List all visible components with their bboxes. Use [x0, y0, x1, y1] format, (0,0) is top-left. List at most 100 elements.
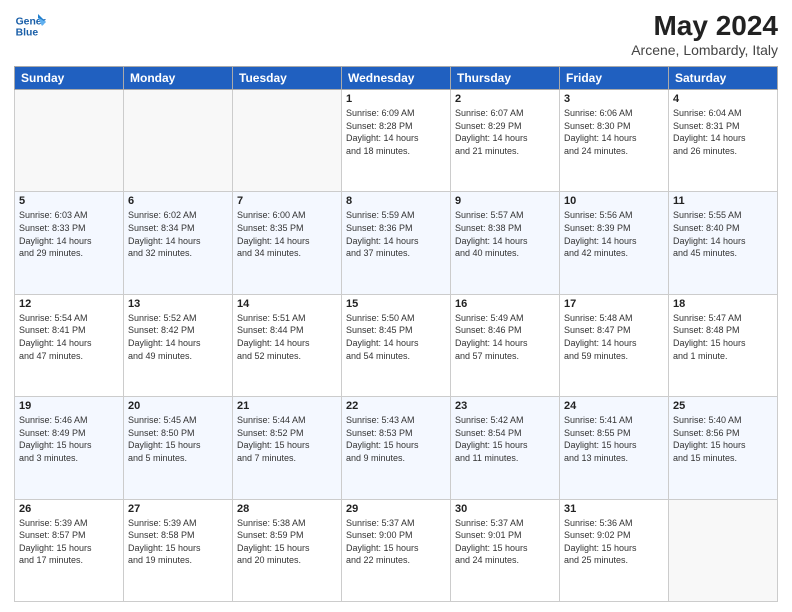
- day-info: Sunrise: 6:09 AMSunset: 8:28 PMDaylight:…: [346, 107, 446, 157]
- day-info: Sunrise: 5:43 AMSunset: 8:53 PMDaylight:…: [346, 414, 446, 464]
- day-info: Sunrise: 6:06 AMSunset: 8:30 PMDaylight:…: [564, 107, 664, 157]
- day-info: Sunrise: 5:57 AMSunset: 8:38 PMDaylight:…: [455, 209, 555, 259]
- day-info: Sunrise: 6:07 AMSunset: 8:29 PMDaylight:…: [455, 107, 555, 157]
- calendar-week-row: 1 Sunrise: 6:09 AMSunset: 8:28 PMDaylight…: [15, 90, 778, 192]
- calendar-day-header: Friday: [560, 67, 669, 90]
- day-info: Sunrise: 5:36 AMSunset: 9:02 PMDaylight:…: [564, 517, 664, 567]
- day-number: 28: [237, 503, 337, 515]
- calendar-day-header: Saturday: [669, 67, 778, 90]
- day-number: 11: [673, 195, 773, 207]
- day-info: Sunrise: 5:56 AMSunset: 8:39 PMDaylight:…: [564, 209, 664, 259]
- calendar-cell: 24 Sunrise: 5:41 AMSunset: 8:55 PMDayligh…: [560, 397, 669, 499]
- day-info: Sunrise: 5:37 AMSunset: 9:00 PMDaylight:…: [346, 517, 446, 567]
- calendar-cell: 14 Sunrise: 5:51 AMSunset: 8:44 PMDayligh…: [233, 294, 342, 396]
- day-number: 23: [455, 400, 555, 412]
- day-info: Sunrise: 5:55 AMSunset: 8:40 PMDaylight:…: [673, 209, 773, 259]
- page: General Blue May 2024 Arcene, Lombardy, …: [0, 0, 792, 612]
- day-number: 27: [128, 503, 228, 515]
- day-number: 20: [128, 400, 228, 412]
- day-number: 6: [128, 195, 228, 207]
- calendar-table: SundayMondayTuesdayWednesdayThursdayFrid…: [14, 66, 778, 602]
- day-info: Sunrise: 5:54 AMSunset: 8:41 PMDaylight:…: [19, 312, 119, 362]
- calendar-week-row: 19Sunrise: 5:46 AMSunset: 8:49 PMDayligh…: [15, 397, 778, 499]
- day-number: 16: [455, 298, 555, 310]
- day-info: Sunrise: 5:45 AMSunset: 8:50 PMDaylight:…: [128, 414, 228, 464]
- month-title: May 2024: [631, 10, 778, 42]
- calendar-cell: 15Sunrise: 5:50 AMSunset: 8:45 PMDayligh…: [342, 294, 451, 396]
- day-info: Sunrise: 6:03 AMSunset: 8:33 PMDaylight:…: [19, 209, 119, 259]
- calendar-cell: 25 Sunrise: 5:40 AMSunset: 8:56 PMDayligh…: [669, 397, 778, 499]
- calendar-day-header: Monday: [124, 67, 233, 90]
- day-number: 29: [346, 503, 446, 515]
- day-number: 8: [346, 195, 446, 207]
- day-number: 26: [19, 503, 119, 515]
- day-info: Sunrise: 6:00 AMSunset: 8:35 PMDaylight:…: [237, 209, 337, 259]
- day-info: Sunrise: 5:39 AMSunset: 8:58 PMDaylight:…: [128, 517, 228, 567]
- calendar-cell: 18Sunrise: 5:47 AMSunset: 8:48 PMDayligh…: [669, 294, 778, 396]
- calendar-cell: 2Sunrise: 6:07 AMSunset: 8:29 PMDaylight…: [451, 90, 560, 192]
- calendar-cell: [124, 90, 233, 192]
- day-number: 13: [128, 298, 228, 310]
- calendar-cell: 17Sunrise: 5:48 AMSunset: 8:47 PMDayligh…: [560, 294, 669, 396]
- calendar-cell: 26 Sunrise: 5:39 AMSunset: 8:57 PMDayligh…: [15, 499, 124, 601]
- logo: General Blue: [14, 10, 46, 42]
- location: Arcene, Lombardy, Italy: [631, 42, 778, 58]
- day-number: 10: [564, 195, 664, 207]
- day-number: 9: [455, 195, 555, 207]
- calendar-cell: 27 Sunrise: 5:39 AMSunset: 8:58 PMDayligh…: [124, 499, 233, 601]
- day-number: 22: [346, 400, 446, 412]
- calendar-cell: 20 Sunrise: 5:45 AMSunset: 8:50 PMDayligh…: [124, 397, 233, 499]
- day-info: Sunrise: 5:41 AMSunset: 8:55 PMDaylight:…: [564, 414, 664, 464]
- calendar-cell: 9 Sunrise: 5:57 AMSunset: 8:38 PMDaylight…: [451, 192, 560, 294]
- calendar-cell: [233, 90, 342, 192]
- calendar-day-header: Thursday: [451, 67, 560, 90]
- day-info: Sunrise: 5:50 AMSunset: 8:45 PMDaylight:…: [346, 312, 446, 362]
- day-info: Sunrise: 5:51 AMSunset: 8:44 PMDaylight:…: [237, 312, 337, 362]
- day-number: 1: [346, 93, 446, 105]
- day-number: 25: [673, 400, 773, 412]
- calendar-week-row: 26 Sunrise: 5:39 AMSunset: 8:57 PMDayligh…: [15, 499, 778, 601]
- day-info: Sunrise: 5:49 AMSunset: 8:46 PMDaylight:…: [455, 312, 555, 362]
- day-info: Sunrise: 5:39 AMSunset: 8:57 PMDaylight:…: [19, 517, 119, 567]
- calendar-cell: 28 Sunrise: 5:38 AMSunset: 8:59 PMDayligh…: [233, 499, 342, 601]
- calendar-cell: 29 Sunrise: 5:37 AMSunset: 9:00 PMDayligh…: [342, 499, 451, 601]
- calendar-cell: 4Sunrise: 6:04 AMSunset: 8:31 PMDaylight…: [669, 90, 778, 192]
- calendar-cell: 22 Sunrise: 5:43 AMSunset: 8:53 PMDayligh…: [342, 397, 451, 499]
- calendar-cell: [669, 499, 778, 601]
- day-number: 5: [19, 195, 119, 207]
- calendar-week-row: 12 Sunrise: 5:54 AMSunset: 8:41 PMDayligh…: [15, 294, 778, 396]
- calendar-cell: 16 Sunrise: 5:49 AMSunset: 8:46 PMDayligh…: [451, 294, 560, 396]
- logo-icon: General Blue: [14, 10, 46, 42]
- calendar-day-header: Wednesday: [342, 67, 451, 90]
- day-info: Sunrise: 5:38 AMSunset: 8:59 PMDaylight:…: [237, 517, 337, 567]
- day-info: Sunrise: 5:44 AMSunset: 8:52 PMDaylight:…: [237, 414, 337, 464]
- day-number: 17: [564, 298, 664, 310]
- day-info: Sunrise: 5:40 AMSunset: 8:56 PMDaylight:…: [673, 414, 773, 464]
- calendar-cell: 3Sunrise: 6:06 AMSunset: 8:30 PMDaylight…: [560, 90, 669, 192]
- day-number: 14: [237, 298, 337, 310]
- calendar-day-header: Sunday: [15, 67, 124, 90]
- day-info: Sunrise: 5:52 AMSunset: 8:42 PMDaylight:…: [128, 312, 228, 362]
- calendar-cell: 8 Sunrise: 5:59 AMSunset: 8:36 PMDaylight…: [342, 192, 451, 294]
- calendar-cell: 30Sunrise: 5:37 AMSunset: 9:01 PMDayligh…: [451, 499, 560, 601]
- day-info: Sunrise: 5:59 AMSunset: 8:36 PMDaylight:…: [346, 209, 446, 259]
- day-info: Sunrise: 5:42 AMSunset: 8:54 PMDaylight:…: [455, 414, 555, 464]
- calendar-cell: 31Sunrise: 5:36 AMSunset: 9:02 PMDayligh…: [560, 499, 669, 601]
- day-number: 24: [564, 400, 664, 412]
- header: General Blue May 2024 Arcene, Lombardy, …: [14, 10, 778, 58]
- title-block: May 2024 Arcene, Lombardy, Italy: [631, 10, 778, 58]
- svg-text:Blue: Blue: [16, 28, 39, 39]
- calendar-cell: 5 Sunrise: 6:03 AMSunset: 8:33 PMDaylight…: [15, 192, 124, 294]
- day-info: Sunrise: 5:37 AMSunset: 9:01 PMDaylight:…: [455, 517, 555, 567]
- day-info: Sunrise: 6:04 AMSunset: 8:31 PMDaylight:…: [673, 107, 773, 157]
- calendar-cell: 7Sunrise: 6:00 AMSunset: 8:35 PMDaylight…: [233, 192, 342, 294]
- day-number: 12: [19, 298, 119, 310]
- calendar-cell: 21Sunrise: 5:44 AMSunset: 8:52 PMDayligh…: [233, 397, 342, 499]
- calendar-cell: 12 Sunrise: 5:54 AMSunset: 8:41 PMDayligh…: [15, 294, 124, 396]
- calendar-cell: 13 Sunrise: 5:52 AMSunset: 8:42 PMDayligh…: [124, 294, 233, 396]
- calendar-cell: [15, 90, 124, 192]
- day-info: Sunrise: 6:02 AMSunset: 8:34 PMDaylight:…: [128, 209, 228, 259]
- calendar-cell: 19Sunrise: 5:46 AMSunset: 8:49 PMDayligh…: [15, 397, 124, 499]
- calendar-week-row: 5 Sunrise: 6:03 AMSunset: 8:33 PMDaylight…: [15, 192, 778, 294]
- day-info: Sunrise: 5:47 AMSunset: 8:48 PMDaylight:…: [673, 312, 773, 362]
